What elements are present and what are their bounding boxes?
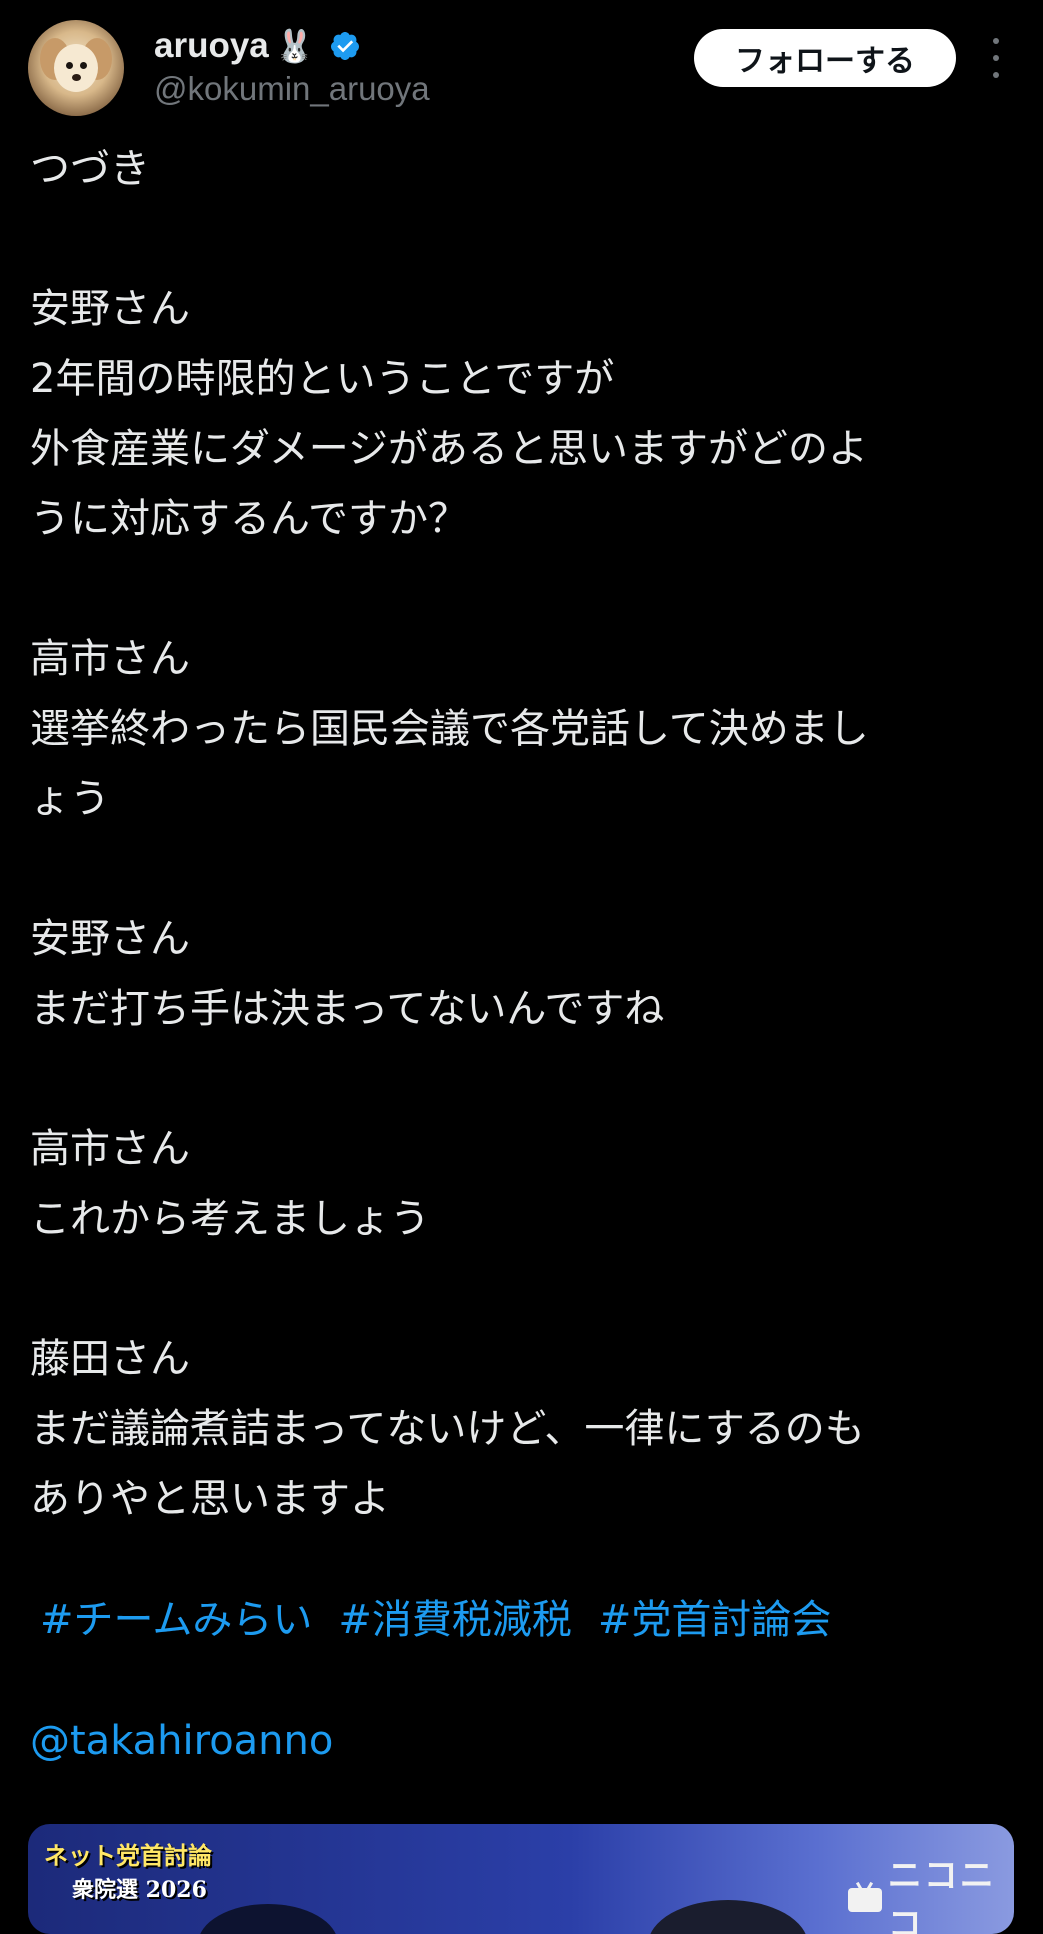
avatar-eye-left [66,62,73,69]
tweet-text: つづき 安野さん 2年間の時限的ということですが 外食産業にダメージがあると思い… [30,146,869,1522]
author-name-row[interactable]: aruoya 🐰 [154,22,361,70]
tweet-body: つづき 安野さん 2年間の時限的ということですが 外食産業にダメージがあると思い… [30,134,1020,1534]
media-subtitle: 衆院選 2026 [72,1877,207,1903]
tv-icon [848,1881,882,1912]
media-person-right [648,1900,808,1934]
avatar-face [54,44,98,92]
media-title: ネット党首討論 [44,1842,212,1870]
more-dot [993,55,999,61]
hashtag-link[interactable]: #党首討論会 [598,1585,832,1655]
more-dot [993,72,999,78]
author-display-name[interactable]: aruoya [154,26,269,66]
media-person-left [198,1904,338,1934]
media-logo: ニコニコ [848,1848,1014,1934]
media-thumbnail[interactable]: ネット党首討論 衆院選 2026 ニコニコ [28,1824,1014,1934]
hashtag-list: #チームみらい #消費税減税 #党首討論会 [40,1585,831,1655]
avatar-nose [72,74,81,81]
avatar[interactable] [28,20,124,116]
tv-screen [848,1888,882,1912]
hashtag-link[interactable]: #チームみらい [40,1585,312,1655]
more-dot [993,38,999,44]
author-handle[interactable]: @kokumin_aruoya [154,70,430,108]
hashtag-link[interactable]: #消費税減税 [338,1585,572,1655]
verified-badge-icon [330,32,359,60]
mention-link[interactable]: @takahiroanno [30,1706,333,1776]
follow-button[interactable]: フォローする [694,29,956,87]
media-logo-text: ニコニコ [887,1856,996,1934]
avatar-eye-right [80,62,87,69]
more-vertical-icon[interactable] [986,38,1006,78]
rabbit-emoji-icon: 🐰 [274,27,315,65]
tweet-header: aruoya 🐰 @kokumin_aruoya フォローする [0,0,1043,130]
